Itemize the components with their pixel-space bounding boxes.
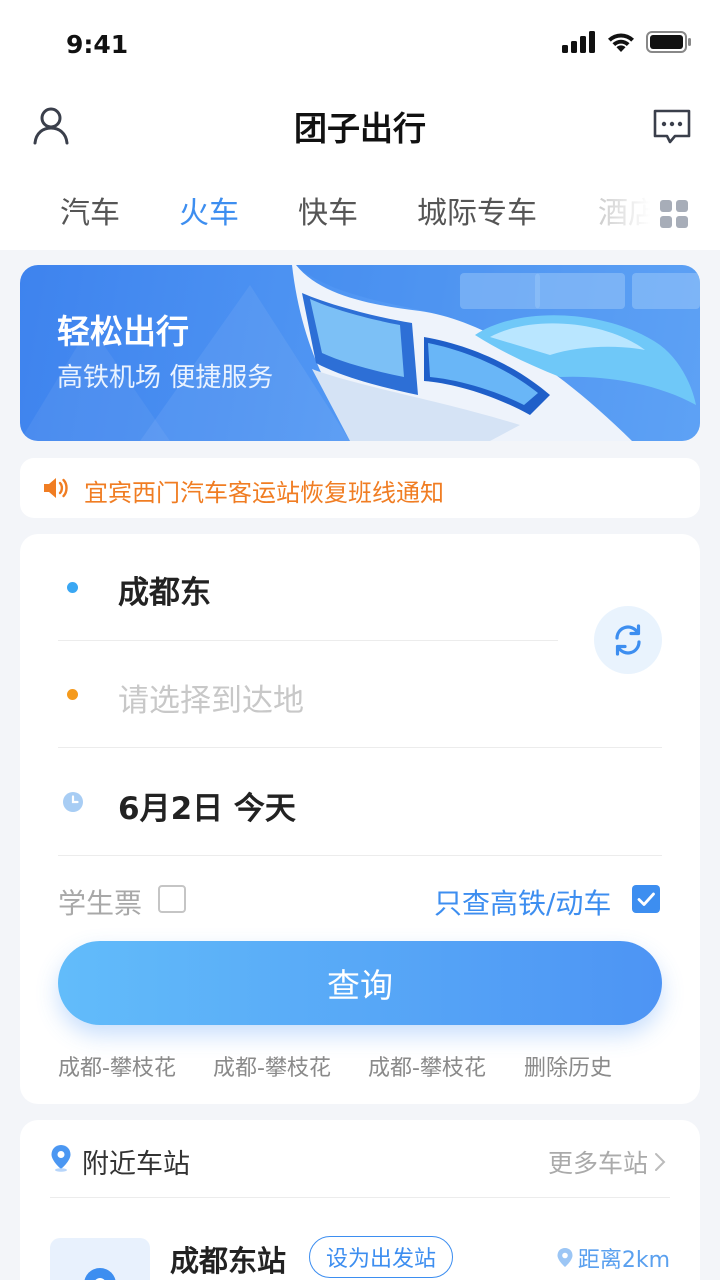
notice-bar[interactable]: 宜宾西门汽车客运站恢复班线通知 [20,458,700,518]
message-icon [653,109,691,144]
more-stations-link[interactable]: 更多车站 [548,1144,666,1180]
station-map-thumbnail[interactable] [50,1238,150,1280]
destination-dot [67,689,78,700]
grid-icon [660,200,688,228]
location-pin-icon [557,1248,573,1267]
clock-icon [63,792,83,812]
swap-button[interactable] [594,606,662,674]
status-icons [562,31,692,53]
divider [58,640,558,641]
student-ticket-checkbox[interactable] [158,885,186,913]
tab-bus[interactable]: 汽车 [60,188,120,232]
date-field[interactable]: 6月2日 今天 [118,783,296,828]
swap-icon [615,624,641,656]
student-ticket-label: 学生票 [58,887,143,920]
chevron-right-icon [655,1153,666,1171]
signal-icon [562,31,595,53]
tab-intercity[interactable]: 城际专车 [417,188,537,232]
map-pin-icon [84,1268,116,1280]
search-button[interactable]: 查询 [58,941,662,1025]
station-name[interactable]: 成都东站 [170,1238,286,1280]
battery-icon [646,31,691,53]
divider [58,855,662,856]
divider [58,747,662,748]
divider [50,1197,670,1198]
status-time: 9:41 [66,30,129,59]
history-item[interactable]: 成都-攀枝花 [58,1050,176,1082]
check-icon [637,892,655,906]
banner-subtitle: 高铁机场 便捷服务 [57,363,274,393]
tabs-fade [594,178,650,242]
nearby-title: 附近车站 [82,1149,190,1180]
tab-express[interactable]: 快车 [298,188,358,232]
destination-field[interactable]: 请选择到达地 [118,675,304,720]
location-pin-icon [51,1145,71,1172]
set-origin-button[interactable]: 设为出发站 [309,1236,454,1278]
more-stations-label: 更多车站 [547,1149,648,1178]
origin-dot [67,582,78,593]
high-speed-only-checkbox[interactable] [632,885,660,913]
status-bar: 9:41 [0,0,720,90]
history-item[interactable]: 成都-攀枝花 [213,1050,331,1082]
more-categories-button[interactable] [650,192,698,236]
app-title: 团子出行 [294,109,426,148]
history-item[interactable]: 成都-攀枝花 [368,1050,486,1082]
clear-history-button[interactable]: 删除历史 [524,1050,612,1082]
messages-button[interactable] [648,103,696,151]
train-illustration [20,265,700,441]
high-speed-only-label: 只查高铁/动车 [434,887,612,920]
speaker-icon [44,478,68,498]
tab-train[interactable]: 火车 [179,188,239,232]
banner-title: 轻松出行 [57,312,189,351]
promo-banner[interactable]: 轻松出行 高铁机场 便捷服务 [20,265,700,441]
notice-text: 宜宾西门汽车客运站恢复班线通知 [84,479,444,507]
wifi-icon [608,33,634,52]
station-distance: 距离2km [556,1242,670,1274]
origin-field[interactable]: 成都东 [118,567,211,612]
category-tabs: 汽车 火车 快车 城际专车 酒店 [0,178,720,242]
title-bar: 团子出行 [0,90,720,162]
search-card: 成都东 请选择到达地 6月2日 今天 学生票 只查高铁/动车 查询 成都-攀枝花… [20,534,700,1104]
nearby-stations-card: 附近车站 更多车站 成都东站 设为出发站 距离2km [20,1120,700,1280]
station-distance-label: 距离2km [577,1248,670,1273]
